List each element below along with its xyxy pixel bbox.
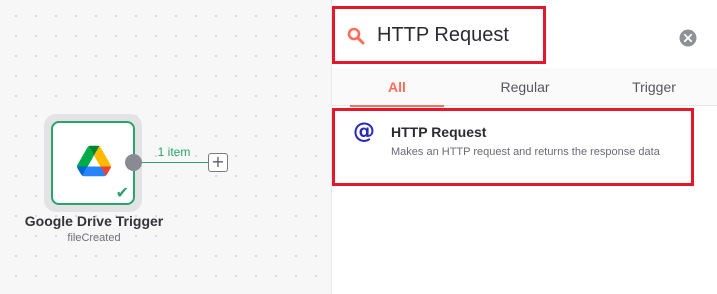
tab-regular[interactable]: Regular bbox=[478, 68, 572, 106]
tab-trigger[interactable]: Trigger bbox=[607, 68, 701, 106]
app-root: ✔ 1 item + Google Drive Trigger fileCrea… bbox=[0, 0, 717, 294]
at-icon: @ bbox=[353, 119, 375, 144]
result-description: Makes an HTTP request and returns the re… bbox=[391, 146, 660, 158]
output-connector-dot[interactable] bbox=[125, 154, 142, 171]
add-node-button[interactable]: + bbox=[208, 153, 228, 172]
check-icon: ✔ bbox=[115, 183, 129, 202]
clear-icon[interactable] bbox=[679, 29, 697, 47]
connection-item-count: 1 item bbox=[157, 145, 191, 159]
node-subtitle: fileCreated bbox=[67, 232, 121, 244]
search-icon bbox=[347, 27, 365, 45]
search-input[interactable] bbox=[377, 23, 537, 47]
google-drive-trigger-node[interactable]: ✔ bbox=[51, 121, 135, 205]
search-box[interactable] bbox=[332, 6, 546, 64]
google-drive-icon bbox=[77, 145, 111, 177]
result-title: HTTP Request bbox=[391, 124, 487, 140]
node-title: Google Drive Trigger bbox=[24, 213, 164, 229]
connection-line bbox=[142, 162, 208, 163]
node-creator-panel: All Regular Trigger @ HTTP Request Makes… bbox=[331, 0, 717, 294]
tab-bar: All Regular Trigger bbox=[332, 68, 717, 107]
tab-all[interactable]: All bbox=[350, 68, 444, 107]
workflow-canvas[interactable]: ✔ 1 item + Google Drive Trigger fileCrea… bbox=[0, 0, 331, 294]
plus-icon: + bbox=[211, 152, 225, 171]
result-item-http-request[interactable]: @ HTTP Request Makes an HTTP request and… bbox=[332, 108, 694, 186]
